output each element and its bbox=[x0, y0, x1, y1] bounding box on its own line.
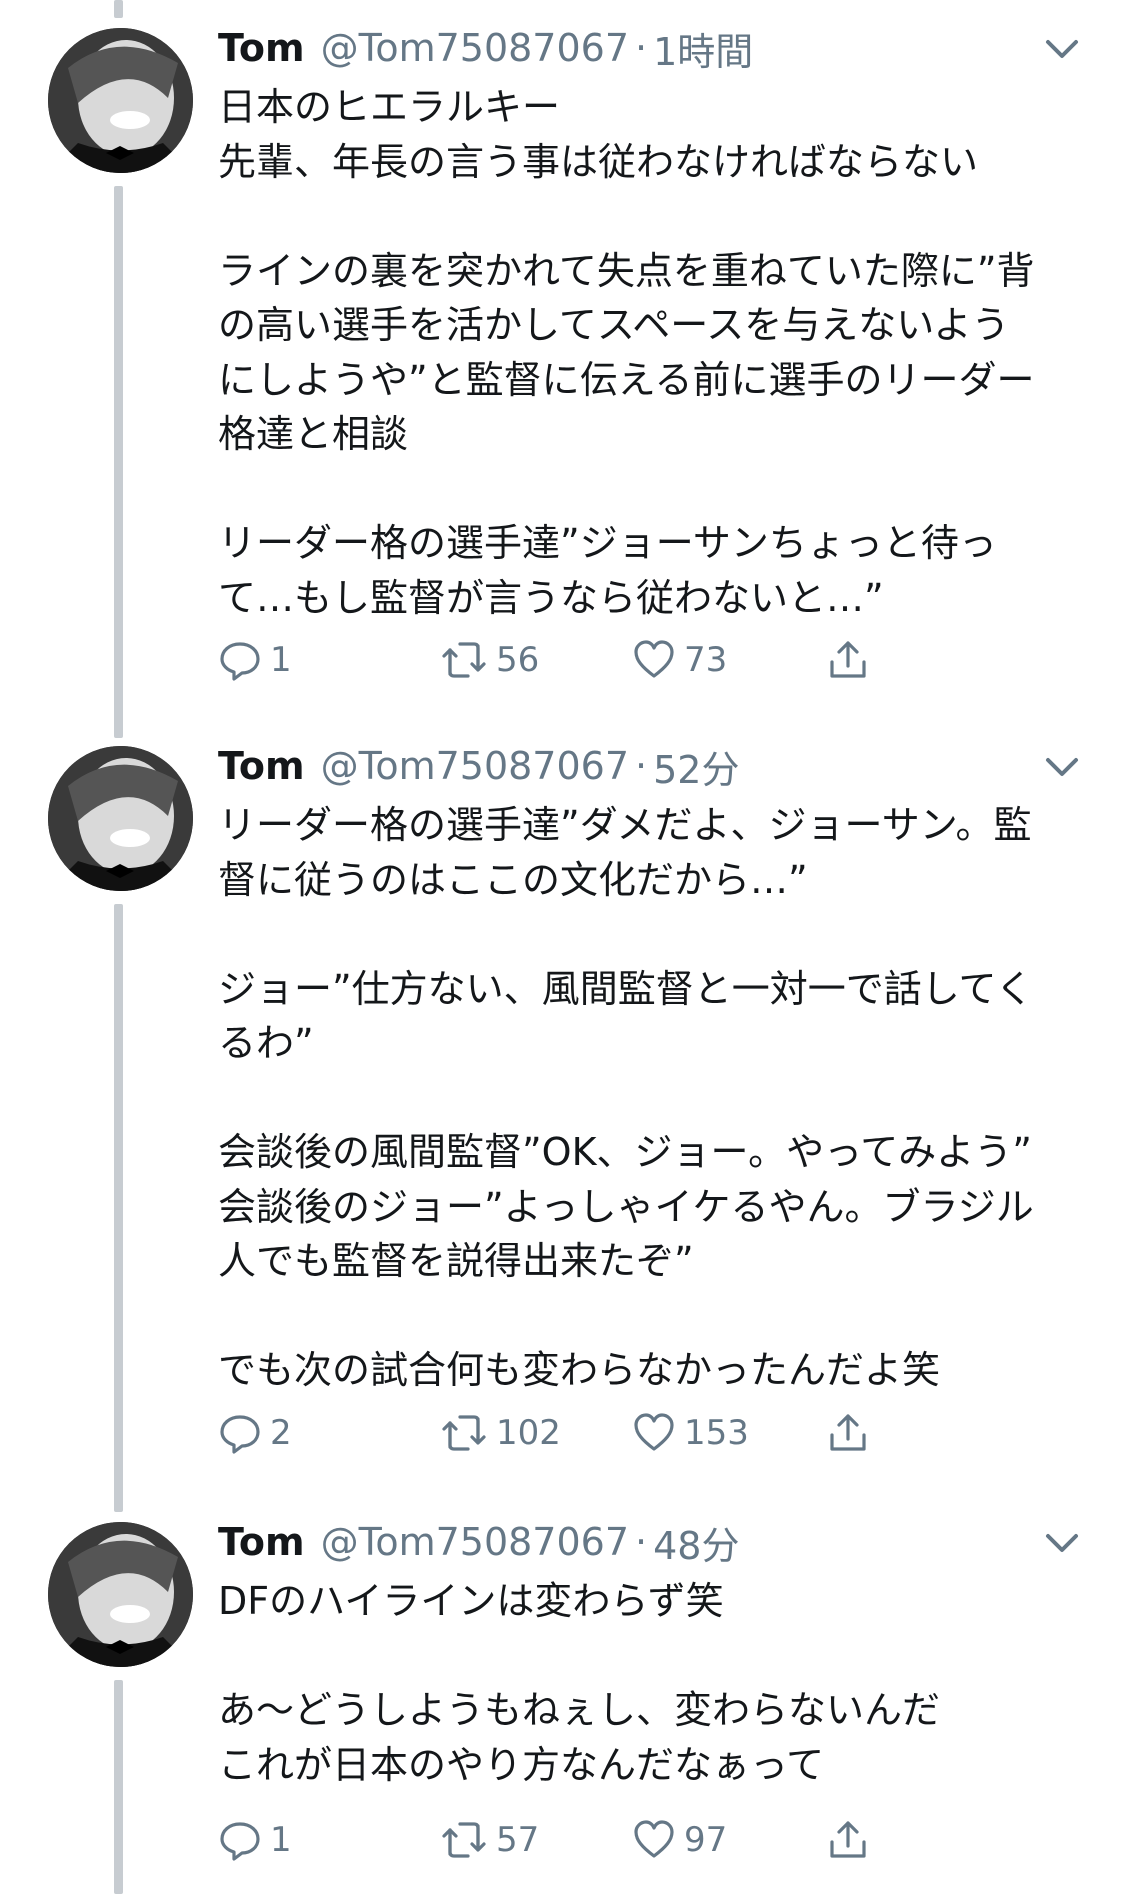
thread-connector-top bbox=[114, 0, 123, 18]
tweet-line: 人でも監督を説得出来たぞ” bbox=[218, 1239, 694, 1283]
avatar[interactable] bbox=[48, 746, 193, 891]
chevron-down-icon[interactable] bbox=[1040, 744, 1084, 788]
chevron-down-icon[interactable] bbox=[1040, 1520, 1084, 1564]
reply-count: 2 bbox=[270, 1413, 292, 1453]
share-button[interactable] bbox=[826, 630, 870, 690]
tweet-line: るわ” bbox=[218, 1021, 314, 1065]
tweet-line: て…もし監督が言うなら従わないと…” bbox=[218, 575, 884, 620]
reply-count: 1 bbox=[270, 1820, 292, 1860]
tweet-text: リーダー格の選手達”ダメだよ、ジョーサン。監 督に従うのはここの文化だから…” … bbox=[218, 798, 1098, 1398]
thread-connector bbox=[114, 1680, 123, 1894]
retweet-count: 57 bbox=[496, 1820, 540, 1860]
retweet-icon bbox=[442, 642, 486, 678]
share-button[interactable] bbox=[826, 1403, 870, 1463]
retweet-count: 102 bbox=[496, 1413, 561, 1453]
tweet-line: DFのハイラインは変わらず笑 bbox=[218, 1579, 724, 1623]
tweet-text: 日本のヒエラルキー 先輩、年長の言う事は従わなければならない ラインの裏を突かれ… bbox=[218, 80, 1098, 625]
tweet-header: Tom @Tom75087067 · 48分 bbox=[218, 1512, 739, 1572]
separator: · bbox=[635, 744, 648, 788]
reply-icon bbox=[220, 642, 260, 681]
user-handle[interactable]: @Tom75087067 bbox=[321, 1520, 629, 1564]
avatar[interactable] bbox=[48, 28, 193, 173]
heart-icon bbox=[634, 1820, 674, 1858]
like-count: 73 bbox=[684, 640, 728, 680]
thread-connector bbox=[114, 186, 123, 738]
tweet-line: ジョー”仕方ない、風間監督と一対一で話してく bbox=[218, 966, 1034, 1011]
retweet-button[interactable]: 56 bbox=[440, 630, 539, 690]
heart-icon bbox=[634, 640, 674, 678]
tweet-line: にしようや”と監督に伝える前に選手のリーダー bbox=[218, 357, 1035, 402]
separator: · bbox=[635, 26, 648, 70]
tweet-line: 先輩、年長の言う事は従わなければならない bbox=[218, 139, 979, 184]
tweet-line: ラインの裏を突かれて失点を重ねていた際に”背 bbox=[218, 248, 1035, 293]
reply-button[interactable]: 1 bbox=[218, 1810, 292, 1870]
tweet-line: 日本のヒエラルキー bbox=[218, 85, 561, 129]
retweet-count: 56 bbox=[496, 640, 540, 680]
tweet-actions: 1 57 97 bbox=[218, 1810, 1018, 1870]
share-icon bbox=[830, 641, 866, 678]
tweet-line: これが日本のやり方なんだなぁって bbox=[218, 1742, 825, 1787]
retweet-icon bbox=[442, 1822, 486, 1858]
reply-button[interactable]: 1 bbox=[218, 630, 292, 690]
tweet-actions: 1 56 73 bbox=[218, 630, 1018, 690]
share-button[interactable] bbox=[826, 1810, 870, 1870]
like-count: 153 bbox=[684, 1413, 749, 1453]
tweet-line: の高い選手を活かしてスペースを与えないよう bbox=[218, 303, 1010, 347]
avatar[interactable] bbox=[48, 1522, 193, 1667]
thread-connector bbox=[114, 904, 123, 1512]
tweet-line: リーダー格の選手達”ダメだよ、ジョーサン。監 bbox=[218, 803, 1032, 847]
chevron-down-icon[interactable] bbox=[1040, 26, 1084, 70]
tweet-1[interactable]: Tom @Tom75087067 · 1時間 日本のヒエラルキー 先輩、年長の言… bbox=[0, 18, 1125, 738]
tweet-header: Tom @Tom75087067 · 1時間 bbox=[218, 18, 753, 78]
reply-icon bbox=[220, 1822, 260, 1861]
tweet-2[interactable]: Tom @Tom75087067 · 52分 リーダー格の選手達”ダメだよ、ジョ… bbox=[0, 736, 1125, 1512]
retweet-button[interactable]: 57 bbox=[440, 1810, 539, 1870]
tweet-3[interactable]: Tom @Tom75087067 · 48分 DFのハイラインは変わらず笑 あ〜… bbox=[0, 1512, 1125, 1894]
reply-count: 1 bbox=[270, 640, 292, 680]
like-button[interactable]: 73 bbox=[632, 630, 727, 690]
display-name[interactable]: Tom bbox=[218, 1520, 305, 1564]
heart-icon bbox=[634, 1413, 674, 1451]
like-button[interactable]: 153 bbox=[632, 1403, 749, 1463]
timestamp[interactable]: 48分 bbox=[653, 1515, 739, 1570]
retweet-icon bbox=[442, 1415, 486, 1451]
tweet-line: あ〜どうしようもねぇし、変わらないんだ bbox=[218, 1688, 941, 1732]
tweet-line: 会談後の風間監督”OK、ジョー。やってみよう” bbox=[218, 1130, 1032, 1174]
share-icon bbox=[830, 1414, 866, 1451]
like-count: 97 bbox=[684, 1820, 728, 1860]
retweet-button[interactable]: 102 bbox=[440, 1403, 561, 1463]
timestamp[interactable]: 52分 bbox=[653, 739, 739, 794]
tweet-line: 格達と相談 bbox=[218, 412, 409, 456]
display-name[interactable]: Tom bbox=[218, 26, 305, 70]
tweet-line: 督に従うのはここの文化だから…” bbox=[218, 857, 808, 902]
display-name[interactable]: Tom bbox=[218, 744, 305, 788]
timestamp[interactable]: 1時間 bbox=[653, 21, 753, 76]
reply-icon bbox=[220, 1415, 260, 1454]
reply-button[interactable]: 2 bbox=[218, 1403, 292, 1463]
tweet-header: Tom @Tom75087067 · 52分 bbox=[218, 736, 739, 796]
tweet-actions: 2 102 153 bbox=[218, 1403, 1018, 1463]
tweet-line: でも次の試合何も変わらなかったんだよ笑 bbox=[218, 1348, 941, 1392]
user-handle[interactable]: @Tom75087067 bbox=[321, 26, 629, 70]
tweet-text: DFのハイラインは変わらず笑 あ〜どうしようもねぇし、変わらないんだ これが日本… bbox=[218, 1574, 1098, 1792]
like-button[interactable]: 97 bbox=[632, 1810, 727, 1870]
separator: · bbox=[635, 1520, 648, 1564]
share-icon bbox=[830, 1821, 866, 1858]
user-handle[interactable]: @Tom75087067 bbox=[321, 744, 629, 788]
tweet-line: リーダー格の選手達”ジョーサンちょっと待っ bbox=[218, 521, 997, 565]
tweet-line: 会談後のジョー”よっしゃイケるやん。ブラジル bbox=[218, 1184, 1034, 1229]
